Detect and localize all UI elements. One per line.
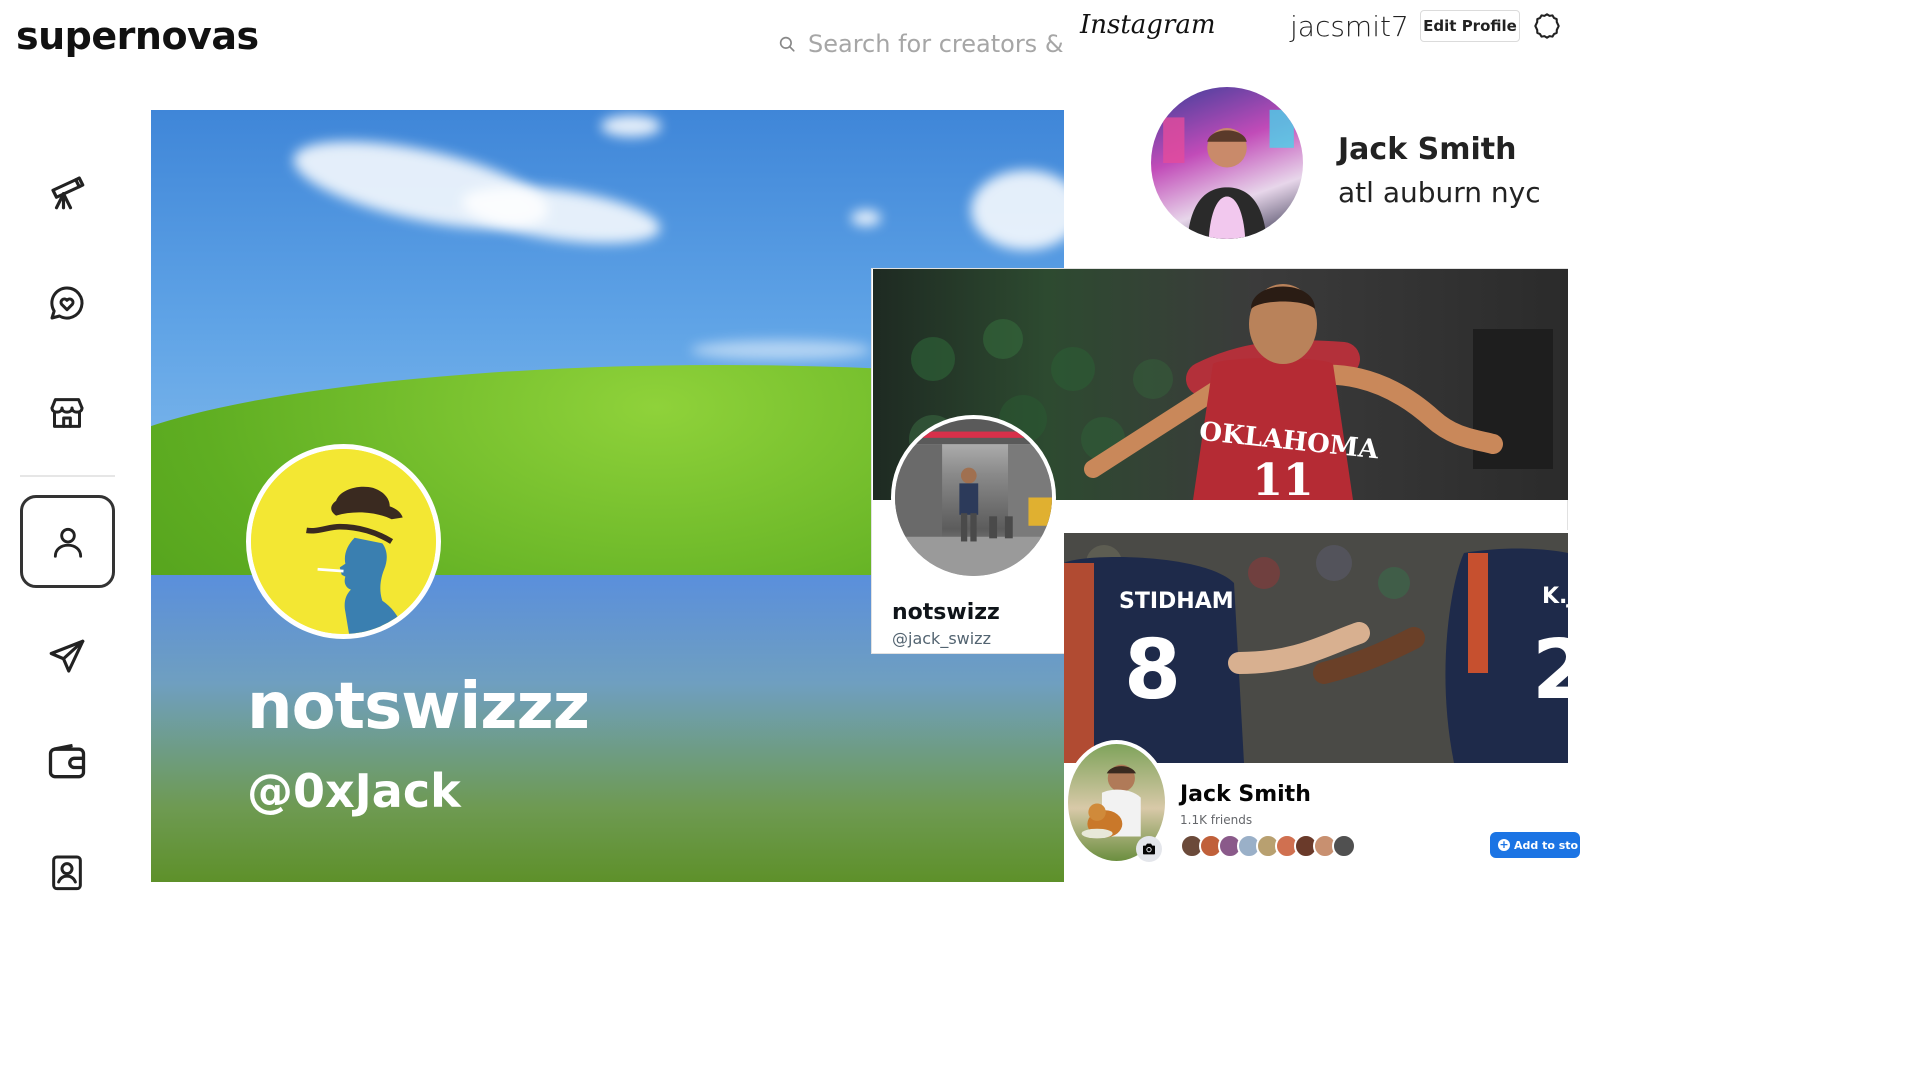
person-photo-icon (1163, 109, 1294, 239)
settings-button[interactable] (1533, 12, 1561, 40)
street-photo-icon (895, 419, 1052, 576)
instagram-bio: atl auburn nyc (1338, 176, 1541, 209)
profile-display-name: notswizzz (247, 670, 590, 744)
plus-icon: + (1498, 838, 1510, 851)
twitter-avatar[interactable] (891, 415, 1056, 580)
add-to-story-button[interactable]: + Add to sto (1490, 832, 1580, 858)
heart-chat-icon (50, 286, 84, 320)
sidebar-divider (20, 475, 115, 477)
twitter-display-name: notswizz (892, 600, 1000, 625)
instagram-full-name: Jack Smith (1338, 132, 1517, 167)
user-icon (53, 527, 82, 558)
gear-icon (1534, 13, 1560, 39)
search-bar[interactable] (778, 24, 1068, 64)
jersey-name-left: STIDHAM (1119, 589, 1234, 614)
facebook-friends-count[interactable]: 1.1K friends (1180, 813, 1252, 827)
paper-plane-icon (49, 639, 85, 673)
jersey-number-right: 2 (1532, 623, 1568, 718)
jersey-name-right: K.J (1542, 584, 1568, 609)
telescope-icon (51, 176, 85, 210)
search-input[interactable] (808, 30, 1068, 58)
nav-messages-button[interactable] (40, 276, 94, 330)
jersey-number: 11 (1252, 455, 1313, 500)
nav-explore-button[interactable] (40, 165, 94, 219)
profile-avatar[interactable] (246, 444, 441, 639)
camera-icon (1143, 843, 1155, 855)
jersey-number-left: 8 (1124, 623, 1181, 718)
instagram-logo[interactable]: Instagram (1080, 10, 1216, 40)
profile-handle: @0xJack (247, 764, 461, 818)
search-icon (779, 36, 795, 52)
instagram-username: jacsmit7 (1290, 10, 1409, 43)
storefront-icon (50, 398, 84, 428)
nav-store-button[interactable] (40, 386, 94, 440)
nav-send-button[interactable] (40, 630, 94, 684)
friend-avatar[interactable] (1332, 834, 1356, 858)
facebook-name: Jack Smith (1180, 782, 1311, 807)
cowboy-silhouette-icon (251, 449, 436, 634)
supernovas-logo[interactable]: supernovas (16, 14, 259, 58)
football-photo-icon: STIDHAM 8 K.J 2 (1064, 533, 1568, 763)
instagram-avatar[interactable] (1151, 87, 1303, 239)
wallet-icon (48, 743, 86, 779)
nav-profile-button[interactable] (20, 495, 115, 588)
facebook-banner[interactable]: STIDHAM 8 K.J 2 (1064, 533, 1568, 763)
edit-profile-button[interactable]: Edit Profile (1420, 10, 1520, 42)
twitter-handle: @jack_swizz (892, 629, 991, 648)
nav-wallet-button[interactable] (40, 735, 94, 789)
contact-card-icon (52, 855, 82, 891)
add-to-story-label: Add to sto (1514, 838, 1579, 852)
change-photo-button[interactable] (1136, 836, 1162, 862)
nav-contacts-button[interactable] (40, 845, 94, 899)
